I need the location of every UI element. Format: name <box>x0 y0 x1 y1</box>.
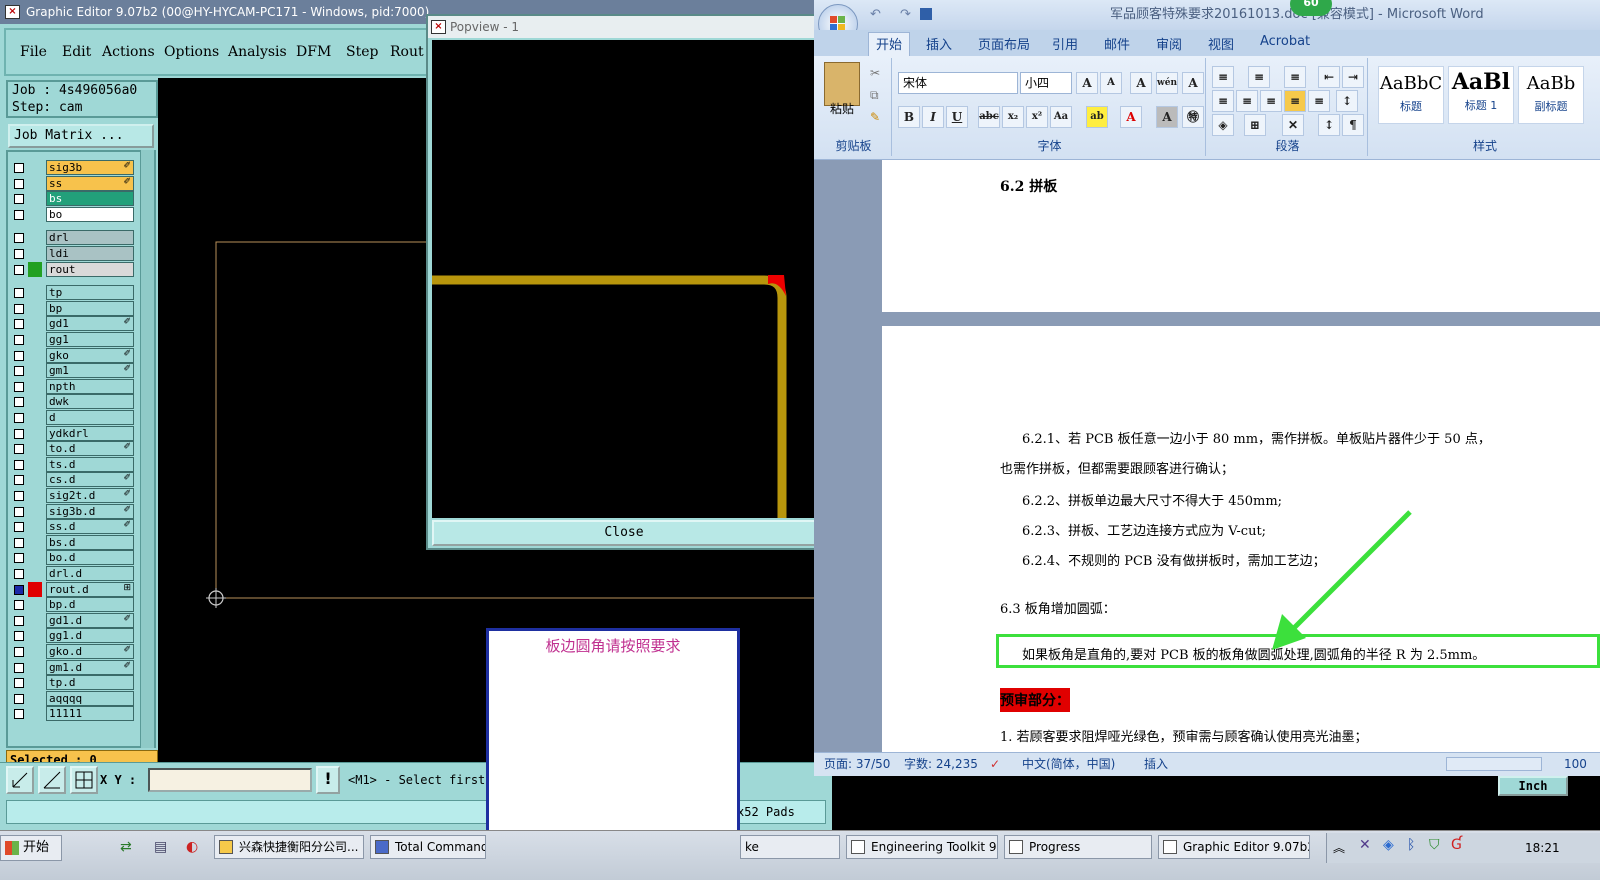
task-progress-label: Progress <box>1029 840 1081 854</box>
start-button[interactable]: 开始 <box>0 835 62 861</box>
task-totalcmd[interactable]: Total Commander 7... <box>370 835 486 859</box>
task-ge-label: Graphic Editor 9.07b2 (0... <box>1183 840 1309 854</box>
clock[interactable]: 18:21 <box>1525 841 1560 855</box>
tray-network-icon[interactable]: ◈ <box>1383 837 1394 853</box>
task-progress-icon <box>1009 840 1023 854</box>
task-totalcmd-label: Total Commander 7... <box>395 840 485 854</box>
task-ke-label: ke <box>745 840 759 854</box>
task-xingsen[interactable]: 兴森快捷衡阳分公司... <box>214 835 364 859</box>
task-toolkit-icon <box>851 840 865 854</box>
bluetooth-icon[interactable]: ᛒ <box>1407 837 1415 853</box>
task-totalcmd-icon <box>375 840 389 854</box>
task-xingsen-label: 兴森快捷衡阳分公司... <box>239 840 359 854</box>
task-ge-icon <box>1163 840 1177 854</box>
task-xingsen-icon <box>219 840 233 854</box>
quicklaunch-icon-1[interactable]: ⇄ <box>120 839 132 855</box>
arrow-overlay <box>1272 510 1412 650</box>
quicklaunch-icon-3[interactable]: ◐ <box>186 839 198 855</box>
note-box: 板边圆角请按照要求 <box>486 628 740 864</box>
start-label: 开始 <box>23 840 50 855</box>
note-text: 板边圆角请按照要求 <box>545 637 681 655</box>
taskbar: 开始 ⇄ ▤ ◐ 兴森快捷衡阳分公司... Total Commander 7.… <box>0 830 1600 880</box>
shield-icon[interactable]: ⛉ <box>1429 837 1440 853</box>
quicklaunch-icon-2[interactable]: ▤ <box>154 839 167 855</box>
task-graphic-editor[interactable]: Graphic Editor 9.07b2 (0... <box>1158 835 1310 859</box>
task-ke[interactable]: ke <box>740 835 840 859</box>
task-toolkit-label: Engineering Toolkit 9.07... <box>871 840 997 854</box>
windows-icon <box>5 841 19 855</box>
green-arrow-line <box>1288 510 1412 634</box>
units-button[interactable]: Inch <box>1498 776 1568 796</box>
tray-app-icon[interactable]: Ɠ <box>1451 837 1462 853</box>
system-tray: ︽ ✕ ◈ ᛒ ⛉ Ɠ 18:21 <box>1326 833 1600 863</box>
tray-expand-icon[interactable]: ︽ <box>1333 839 1345 856</box>
tray-x-icon[interactable]: ✕ <box>1359 837 1371 853</box>
task-progress[interactable]: Progress <box>1004 835 1152 859</box>
task-toolkit[interactable]: Engineering Toolkit 9.07... <box>846 835 998 859</box>
